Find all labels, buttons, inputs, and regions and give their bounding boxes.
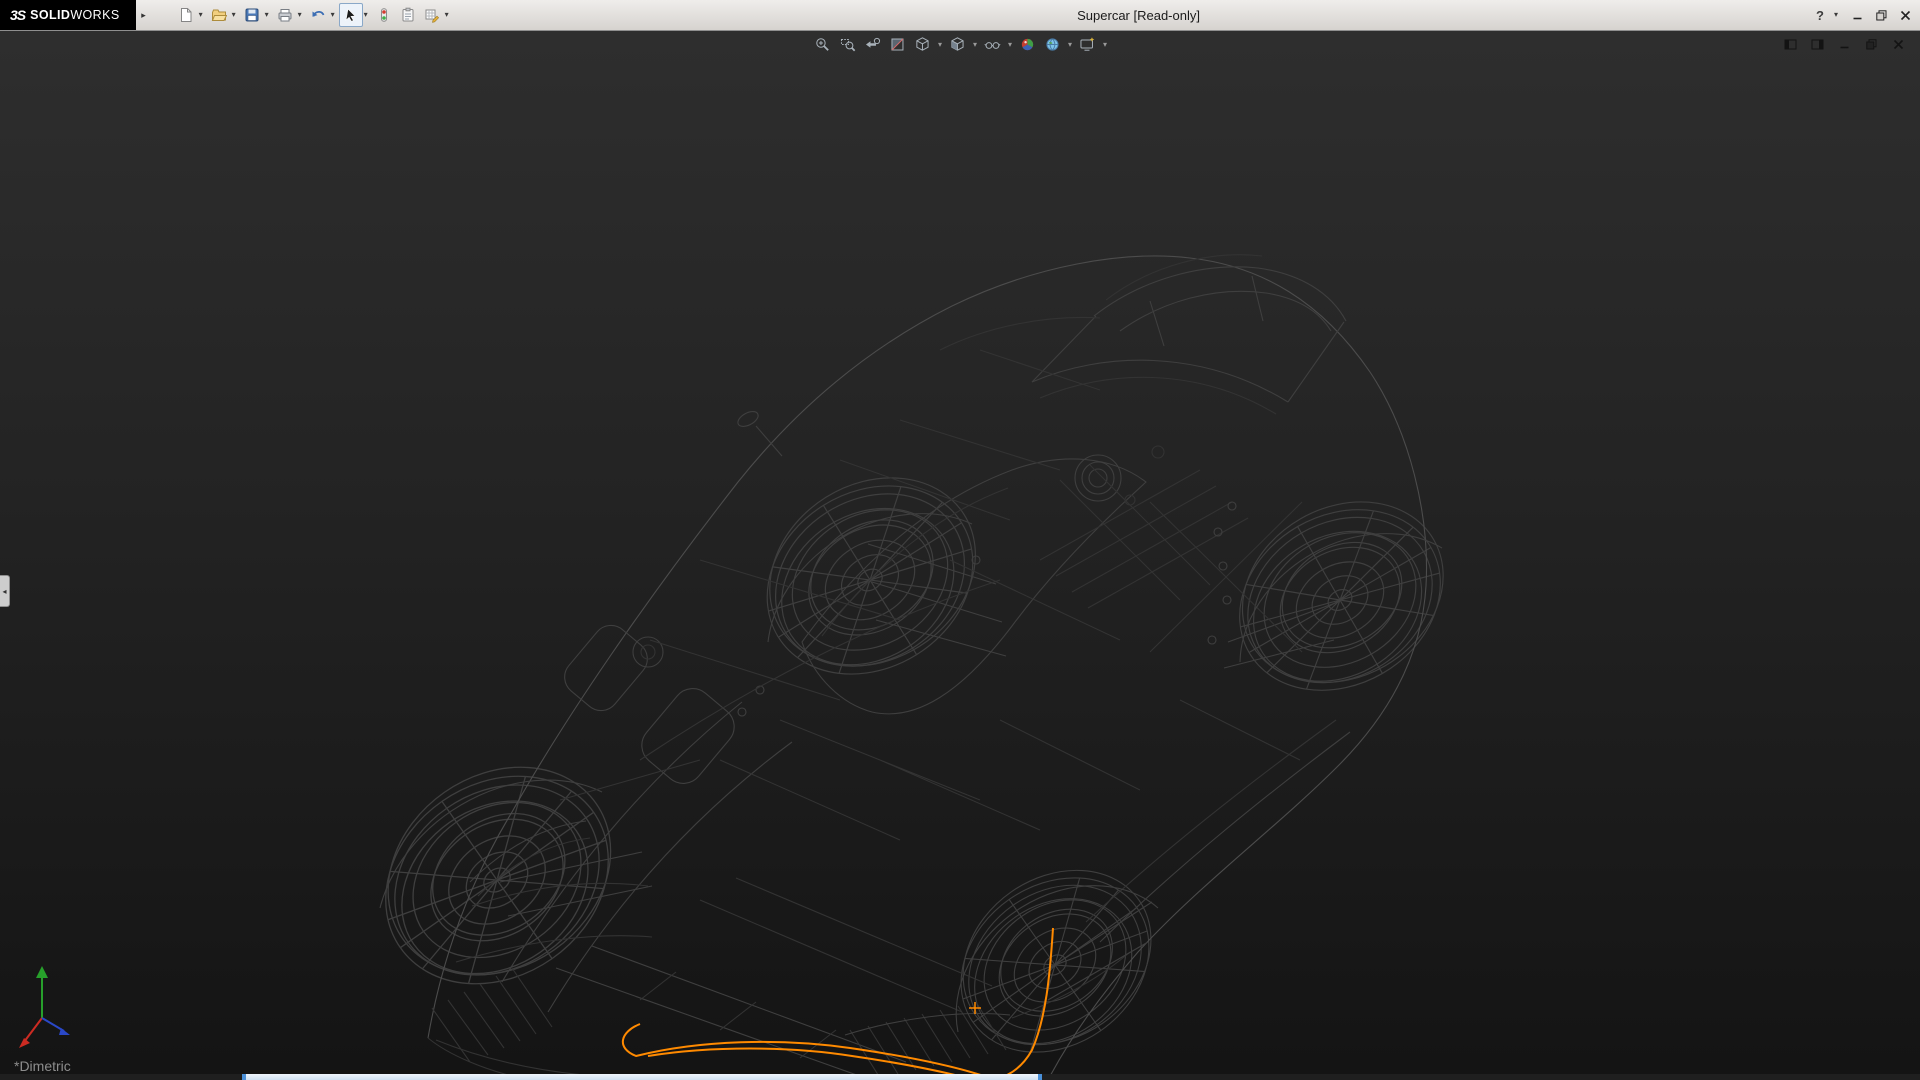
pane-left-icon	[1784, 38, 1797, 51]
new-document-icon	[178, 7, 194, 23]
open-dropdown-caret[interactable]: ▾	[232, 11, 236, 19]
apply-scene-button[interactable]	[1043, 35, 1062, 54]
pane-right-button[interactable]	[1810, 37, 1825, 52]
stoplight-icon	[376, 7, 392, 23]
doc-minimize-icon	[1838, 38, 1851, 51]
display-style-button[interactable]	[948, 35, 967, 54]
restore-icon	[1875, 9, 1888, 22]
section-view-icon	[889, 36, 906, 53]
view-settings-button[interactable]	[1078, 35, 1097, 54]
help-button[interactable]: ?	[1814, 8, 1826, 23]
quick-access-toolbar: ▾ ▾ ▾ ▾ ▾ ▾ ▾	[174, 3, 453, 27]
taskbar-window-segment[interactable]	[242, 1074, 1042, 1080]
select-arrow-icon	[343, 7, 359, 23]
zoom-to-fit-button[interactable]	[813, 35, 832, 54]
logo-text-bold: SOLID	[30, 8, 70, 22]
doc-close-button[interactable]	[1891, 37, 1906, 52]
doc-restore-icon	[1865, 38, 1878, 51]
edit-appearance-button[interactable]	[1018, 35, 1037, 54]
hide-show-caret[interactable]: ▾	[1008, 41, 1012, 49]
view-orientation-cube-icon	[914, 36, 931, 53]
orientation-triad	[18, 956, 90, 1048]
menu-expand-arrow[interactable]: ▸	[136, 0, 152, 30]
front-right-wheel[interactable]	[924, 835, 1187, 1074]
view-settings-caret[interactable]: ▾	[1103, 41, 1107, 49]
section-view-button[interactable]	[888, 35, 907, 54]
close-icon	[1899, 9, 1912, 22]
titlebar-controls: ? ▾	[1814, 0, 1914, 30]
new-dropdown-caret[interactable]: ▾	[199, 11, 203, 19]
previous-view-button[interactable]	[863, 35, 882, 54]
minimize-icon	[1851, 9, 1864, 22]
display-style-caret[interactable]: ▾	[973, 41, 977, 49]
appearance-ball-icon	[1019, 36, 1036, 53]
scene-globe-icon	[1044, 36, 1061, 53]
view-orientation-caret[interactable]: ▾	[938, 41, 942, 49]
print-icon	[277, 7, 293, 23]
view-orientation-button[interactable]	[913, 35, 932, 54]
zoom-to-fit-icon	[814, 36, 831, 53]
dassault-systemes-mark: 3S	[10, 7, 25, 23]
panel-splitter-handle[interactable]: ◂	[0, 575, 10, 607]
print-button[interactable]	[273, 3, 297, 27]
zoom-to-area-button[interactable]	[838, 35, 857, 54]
logo-text-regular: WORKS	[70, 8, 119, 22]
window-title: Supercar [Read-only]	[1077, 8, 1200, 23]
file-properties-icon	[400, 7, 416, 23]
save-button[interactable]	[240, 3, 264, 27]
open-folder-icon	[211, 7, 227, 23]
body-outline[interactable]	[428, 256, 1427, 1074]
doc-close-icon	[1892, 38, 1905, 51]
close-button[interactable]	[1897, 7, 1914, 24]
file-properties-button[interactable]	[396, 3, 420, 27]
solidworks-window: 3S SOLIDWORKS ▸ ▾ ▾ ▾ ▾ ▾ ▾	[0, 0, 1920, 1080]
triad-x-axis	[24, 1018, 42, 1042]
triad-x-arrow	[19, 1038, 30, 1048]
undo-button[interactable]	[306, 3, 330, 27]
display-style-icon	[949, 36, 966, 53]
save-dropdown-caret[interactable]: ▾	[265, 11, 269, 19]
sketch-point-marker[interactable]	[969, 1002, 981, 1014]
graphics-viewport[interactable]: ▾ ▾ ▾ ▾ ▾	[0, 30, 1920, 1074]
select-tool-button[interactable]	[339, 3, 363, 27]
options-icon	[424, 7, 440, 23]
doc-minimize-button[interactable]	[1837, 37, 1852, 52]
hide-show-items-button[interactable]	[983, 35, 1002, 54]
pane-right-icon	[1811, 38, 1824, 51]
help-dropdown-caret[interactable]: ▾	[1834, 11, 1838, 19]
wireframe-car-model[interactable]	[342, 255, 1479, 1074]
pane-left-button[interactable]	[1783, 37, 1798, 52]
rebuild-stoplight-button[interactable]	[372, 3, 396, 27]
maximize-button[interactable]	[1873, 7, 1890, 24]
view-orientation-label: *Dimetric	[14, 1058, 71, 1074]
options-button[interactable]	[420, 3, 444, 27]
heads-up-toolbar: ▾ ▾ ▾ ▾ ▾	[813, 35, 1107, 54]
view-settings-icon	[1079, 36, 1096, 53]
previous-view-icon	[864, 36, 881, 53]
undo-icon	[310, 7, 326, 23]
title-bar: 3S SOLIDWORKS ▸ ▾ ▾ ▾ ▾ ▾ ▾	[0, 0, 1920, 31]
save-icon	[244, 7, 260, 23]
zoom-to-area-icon	[839, 36, 856, 53]
taskbar-sliver	[0, 1074, 1920, 1080]
doc-restore-button[interactable]	[1864, 37, 1879, 52]
new-document-button[interactable]	[174, 3, 198, 27]
undo-dropdown-caret[interactable]: ▾	[331, 11, 335, 19]
document-window-controls	[1783, 37, 1906, 52]
minimize-button[interactable]	[1849, 7, 1866, 24]
hide-show-glasses-icon	[984, 36, 1001, 53]
options-dropdown-caret[interactable]: ▾	[445, 11, 449, 19]
open-button[interactable]	[207, 3, 231, 27]
triad-y-arrow	[36, 966, 48, 978]
solidworks-logo: 3S SOLIDWORKS	[0, 0, 136, 30]
apply-scene-caret[interactable]: ▾	[1068, 41, 1072, 49]
model-scene	[0, 30, 1920, 1074]
print-dropdown-caret[interactable]: ▾	[298, 11, 302, 19]
select-dropdown-caret[interactable]: ▾	[364, 11, 368, 19]
front-left-wheel[interactable]	[342, 725, 655, 1027]
